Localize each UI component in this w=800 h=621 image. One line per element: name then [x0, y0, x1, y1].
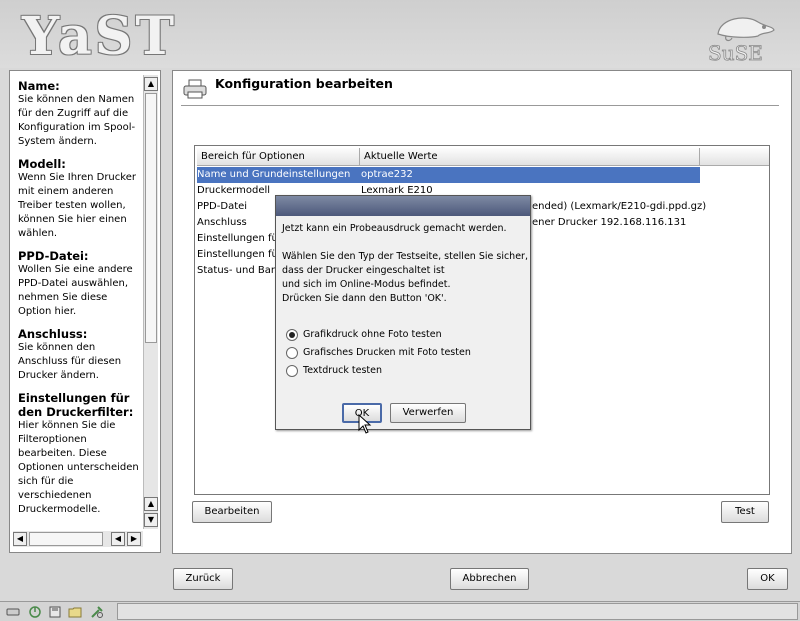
- back-button[interactable]: Zurück: [173, 568, 233, 590]
- table-row-value[interactable]: ended) (Lexmark/E210-gdi.ppd.gz): [532, 199, 768, 215]
- radio-unselected-icon[interactable]: [286, 347, 298, 359]
- scroll-up-arrow-icon[interactable]: ▲: [144, 77, 158, 91]
- column-header-values[interactable]: Aktuelle Werte: [360, 148, 700, 166]
- radio-unselected-icon[interactable]: [286, 365, 298, 377]
- table-row-option[interactable]: Name und Grundeinstellungen: [197, 167, 357, 183]
- dialog-titlebar[interactable]: [276, 196, 530, 216]
- printer-icon: [183, 79, 207, 99]
- taskbar-window-area[interactable]: [117, 603, 798, 620]
- scroll-right-arrow-icon[interactable]: ▶: [127, 532, 141, 546]
- table-row-option[interactable]: Einstellungen für: [197, 231, 275, 247]
- ok-button[interactable]: OK: [747, 568, 788, 590]
- dialog-message: Jetzt kann ein Probeausdruck gemacht wer…: [282, 222, 528, 306]
- dialog-line: Jetzt kann ein Probeausdruck gemacht wer…: [282, 223, 507, 234]
- disk-icon[interactable]: [48, 605, 62, 619]
- abort-button[interactable]: Abbrechen: [450, 568, 529, 590]
- help-paragraph-connection: Sie können den Anschluss für diesen Druc…: [18, 342, 122, 381]
- scroll-left-arrow-icon[interactable]: ◀: [111, 532, 125, 546]
- column-header-options[interactable]: Bereich für Optionen: [197, 148, 360, 166]
- help-horizontal-scrollbar[interactable]: ◀ ◀ ▶: [13, 531, 143, 547]
- help-paragraph-name: Sie können den Namen für den Zugriff auf…: [18, 94, 136, 147]
- mouse-cursor-icon: [358, 414, 372, 434]
- title-divider: [181, 105, 779, 106]
- yast-logo: YaST: [22, 6, 178, 67]
- help-scroll-thumb[interactable]: [145, 93, 157, 343]
- folder-icon[interactable]: [68, 605, 82, 619]
- dialog-discard-button[interactable]: Verwerfen: [390, 403, 466, 423]
- page-title: Konfiguration bearbeiten: [215, 76, 393, 91]
- table-row-option[interactable]: Einstellungen für: [197, 247, 275, 263]
- help-hscroll-thumb[interactable]: [29, 532, 103, 546]
- table-row-option[interactable]: Status- und Ban: [197, 263, 275, 279]
- taskbar: [0, 601, 800, 621]
- help-text: Name: Sie können den Namen für den Zugri…: [10, 71, 142, 531]
- power-icon[interactable]: [28, 605, 42, 619]
- help-vertical-scrollbar[interactable]: ▲ ▲ ▼: [143, 75, 158, 529]
- suse-logo-text: SuSE: [708, 41, 763, 64]
- dialog-line: Drücken Sie dann den Button 'OK'.: [282, 293, 447, 304]
- edit-button[interactable]: Bearbeiten: [192, 501, 272, 523]
- help-heading-ppd: PPD-Datei:: [18, 249, 89, 263]
- tools-icon[interactable]: [90, 605, 104, 619]
- drive-icon[interactable]: [6, 605, 20, 619]
- test-button[interactable]: Test: [721, 501, 769, 523]
- dialog-line: dass der Drucker eingeschaltet ist: [282, 265, 445, 276]
- help-heading-filter: Einstellungen für den Druckerfilter:: [18, 391, 134, 419]
- help-panel: Name: Sie können den Namen für den Zugri…: [9, 70, 161, 553]
- scroll-up-arrow-icon[interactable]: ▲: [144, 497, 158, 511]
- column-header-empty: [700, 148, 769, 166]
- table-row-value[interactable]: ener Drucker 192.168.116.131: [532, 215, 768, 231]
- help-paragraph-filter: Hier können Sie die Filteroptionen bearb…: [18, 420, 139, 515]
- scroll-down-arrow-icon[interactable]: ▼: [144, 513, 158, 527]
- yast-header: YaST SuSE: [0, 0, 800, 68]
- radio-selected-icon[interactable]: [286, 329, 298, 341]
- help-heading-connection: Anschluss:: [18, 327, 88, 341]
- help-heading-model: Modell:: [18, 157, 66, 171]
- test-print-dialog: Jetzt kann ein Probeausdruck gemacht wer…: [275, 195, 531, 434]
- help-paragraph-model: Wenn Sie Ihren Drucker mit einem anderen…: [18, 172, 136, 239]
- dialog-line: Wählen Sie den Typ der Testseite, stelle…: [282, 251, 528, 262]
- scroll-left-arrow-icon[interactable]: ◀: [13, 532, 27, 546]
- suse-chameleon-logo: SuSE: [708, 17, 775, 64]
- help-heading-name: Name:: [18, 79, 60, 93]
- table-row-value[interactable]: optrae232: [361, 167, 691, 183]
- dialog-line: und sich im Online-Modus befindet.: [282, 279, 451, 290]
- help-paragraph-ppd: Wollen Sie eine andere PPD-Datei auswähl…: [18, 264, 133, 317]
